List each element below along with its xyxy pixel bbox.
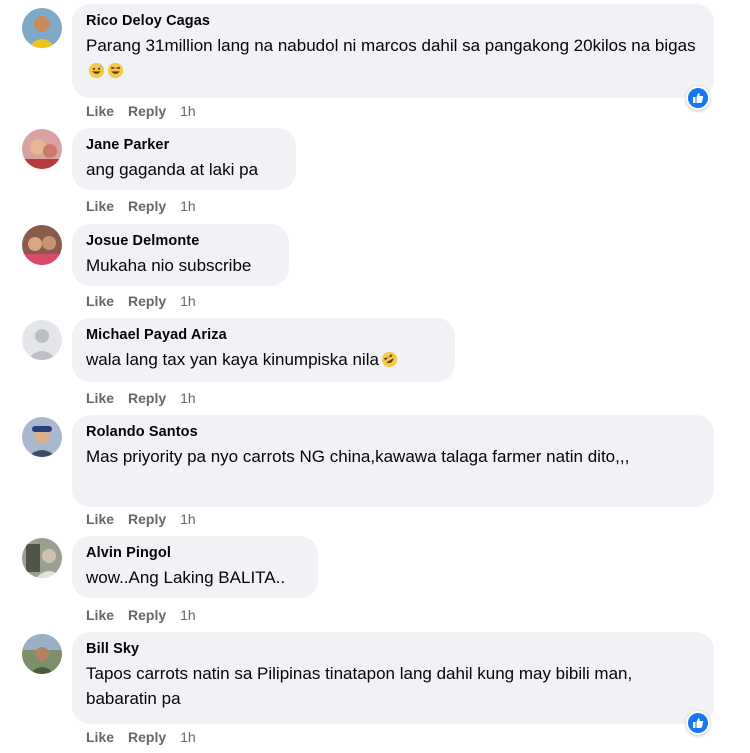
comment-author[interactable]: Jane Parker [86, 136, 282, 154]
comment-text: wow..Ang Laking BALITA.. [86, 568, 286, 587]
reply-link[interactable]: Reply [128, 197, 166, 215]
comment-time[interactable]: 1h [180, 606, 196, 624]
reply-link[interactable]: Reply [128, 606, 166, 624]
reply-link[interactable]: Reply [128, 292, 166, 310]
comment-actions: Like Reply 1h [86, 292, 196, 310]
comment-author[interactable]: Rolando Santos [86, 423, 700, 441]
like-link[interactable]: Like [86, 389, 114, 407]
comment-bubble: Jane Parker ang gaganda at laki pa [72, 128, 296, 190]
comment-author[interactable]: Bill Sky [86, 640, 700, 658]
comment-actions: Like Reply 1h [86, 510, 196, 528]
comment-actions: Like Reply 1h [86, 197, 196, 215]
comment-bubble: Bill Sky Tapos carrots natin sa Pilipina… [72, 632, 714, 724]
laughing-emoji [107, 62, 124, 79]
comment-actions: Like Reply 1h [86, 389, 196, 407]
avatar[interactable] [22, 8, 62, 48]
comment-text: ang gaganda at laki pa [86, 160, 259, 179]
like-reaction-icon[interactable] [686, 711, 710, 735]
avatar[interactable] [22, 538, 62, 578]
like-link[interactable]: Like [86, 102, 114, 120]
comment-actions: Like Reply 1h [86, 102, 196, 120]
comment-author[interactable]: Josue Delmonte [86, 232, 275, 250]
comment-text: wala lang tax yan kaya kinumpiska nila [86, 347, 441, 372]
comment-text: Parang 31million lang na nabudol ni marc… [86, 33, 700, 83]
avatar[interactable] [22, 320, 62, 360]
comment-bubble: Rico Deloy Cagas Parang 31million lang n… [72, 4, 714, 98]
sweat-smile-emoji [88, 62, 105, 79]
comment-time[interactable]: 1h [180, 728, 196, 746]
comment-time[interactable]: 1h [180, 292, 196, 310]
like-link[interactable]: Like [86, 606, 114, 624]
like-link[interactable]: Like [86, 292, 114, 310]
rofl-emoji [381, 351, 398, 368]
like-link[interactable]: Like [86, 728, 114, 746]
comment-time[interactable]: 1h [180, 389, 196, 407]
avatar[interactable] [22, 417, 62, 457]
comment-bubble: Josue Delmonte Mukaha nio subscribe [72, 224, 289, 286]
comment-bubble: Michael Payad Ariza wala lang tax yan ka… [72, 318, 455, 382]
comment-text: Tapos carrots natin sa Pilipinas tinatap… [86, 664, 633, 708]
reply-link[interactable]: Reply [128, 389, 166, 407]
comment-bubble: Rolando Santos Mas priyority pa nyo carr… [72, 415, 714, 507]
comment-author[interactable]: Alvin Pingol [86, 544, 304, 562]
comment-text: Mukaha nio subscribe [86, 256, 252, 275]
reply-link[interactable]: Reply [128, 728, 166, 746]
like-reaction-icon[interactable] [686, 86, 710, 110]
comment-bubble: Alvin Pingol wow..Ang Laking BALITA.. [72, 536, 318, 598]
comment-text: Mas priyority pa nyo carrots NG china,ka… [86, 447, 630, 466]
like-link[interactable]: Like [86, 510, 114, 528]
comment-author[interactable]: Michael Payad Ariza [86, 326, 441, 344]
reply-link[interactable]: Reply [128, 102, 166, 120]
comment-time[interactable]: 1h [180, 197, 196, 215]
like-link[interactable]: Like [86, 197, 114, 215]
avatar[interactable] [22, 634, 62, 674]
avatar[interactable] [22, 129, 62, 169]
comment-author[interactable]: Rico Deloy Cagas [86, 12, 700, 30]
comment-time[interactable]: 1h [180, 102, 196, 120]
comment-actions: Like Reply 1h [86, 728, 196, 746]
reply-link[interactable]: Reply [128, 510, 166, 528]
comment-time[interactable]: 1h [180, 510, 196, 528]
avatar[interactable] [22, 225, 62, 265]
comment-actions: Like Reply 1h [86, 606, 196, 624]
